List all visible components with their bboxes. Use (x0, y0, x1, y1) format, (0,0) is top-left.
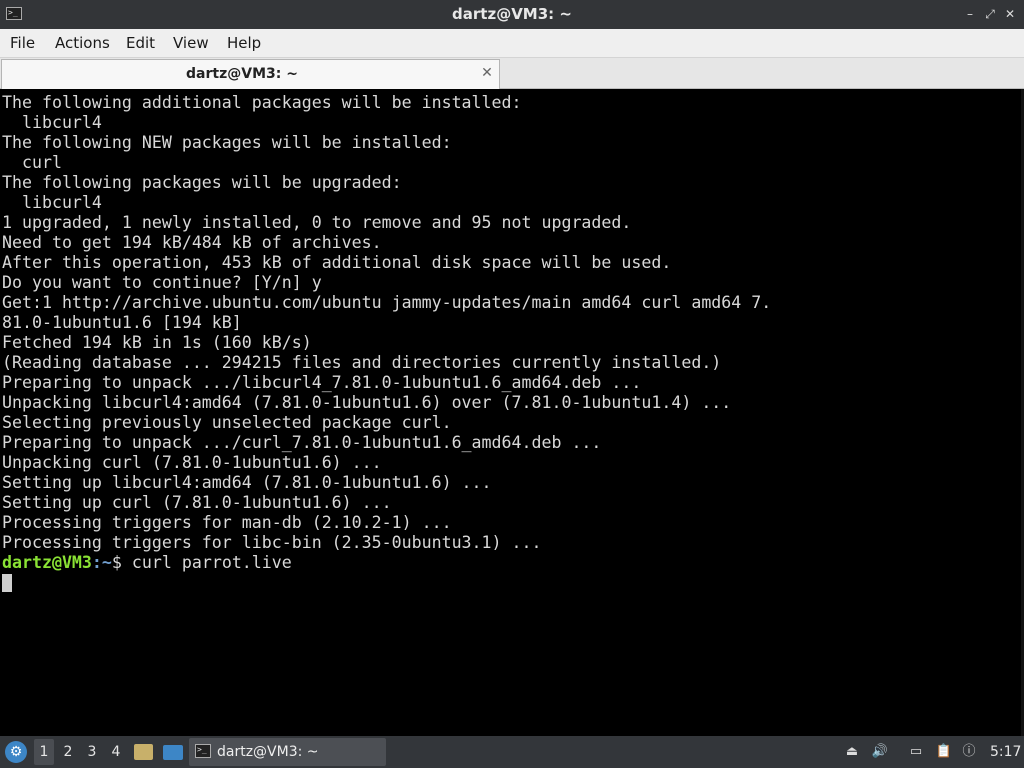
volume-icon[interactable]: 🔊 (871, 743, 889, 761)
window-title: dartz@VM3: ~ (452, 5, 572, 23)
terminal-line: After this operation, 453 kB of addition… (2, 253, 672, 272)
terminal-line: Processing triggers for libc-bin (2.35-0… (2, 533, 542, 552)
terminal-line: 1 upgraded, 1 newly installed, 0 to remo… (2, 213, 632, 232)
tab-label: dartz@VM3: ~ (186, 66, 298, 82)
workspace-4[interactable]: 4 (106, 736, 126, 768)
terminal-line: The following NEW packages will be insta… (2, 133, 452, 152)
prompt-separator: : (91, 553, 102, 572)
terminal-line: libcurl4 (2, 193, 102, 212)
workspace-2[interactable]: 2 (58, 736, 78, 768)
file-manager-icon[interactable] (134, 744, 153, 760)
taskbar: ⚙ 1 2 3 4 >_ dartz@VM3: ~ ⏏ 🔊 ▭ 📋 ⓘ 5:17 (0, 736, 1024, 768)
terminal-line: Setting up curl (7.81.0-1ubuntu1.6) ... (2, 493, 392, 512)
terminal-line: The following additional packages will b… (2, 93, 522, 112)
menu-file[interactable]: File (10, 29, 35, 57)
task-label: dartz@VM3: ~ (217, 744, 319, 760)
terminal-line: Preparing to unpack .../libcurl4_7.81.0-… (2, 373, 642, 392)
terminal-line: Get:1 http://archive.ubuntu.com/ubuntu j… (2, 293, 772, 312)
clock[interactable]: 5:17 (990, 736, 1021, 768)
terminal-line: Fetched 194 kB in 1s (160 kB/s) (2, 333, 312, 352)
terminal-line: (Reading database ... 294215 files and d… (2, 353, 722, 372)
network-icon[interactable]: ▭ (907, 743, 925, 761)
update-notifier-icon[interactable]: ⓘ (960, 743, 978, 761)
terminal-line: Need to get 194 kB/484 kB of archives. (2, 233, 382, 252)
menu-view[interactable]: View (173, 29, 209, 57)
menu-help[interactable]: Help (227, 29, 261, 57)
terminal-line: Preparing to unpack .../curl_7.81.0-1ubu… (2, 433, 602, 452)
tab-terminal[interactable]: dartz@VM3: ~ ✕ (1, 59, 500, 89)
terminal-output: The following additional packages will b… (2, 93, 1012, 593)
prompt-path: ~ (101, 553, 112, 572)
prompt-symbol: $ (111, 553, 122, 572)
prompt-command: curl parrot.live (121, 553, 292, 572)
workspace-3[interactable]: 3 (82, 736, 102, 768)
terminal-line: curl (2, 153, 62, 172)
terminal-line: Selecting previously unselected package … (2, 413, 452, 432)
task-button-terminal[interactable]: >_ dartz@VM3: ~ (189, 738, 386, 766)
upload-icon[interactable]: ⏏ (843, 743, 861, 761)
terminal-input-line (2, 573, 1012, 593)
terminal-line: The following packages will be upgraded: (2, 173, 402, 192)
show-desktop-icon[interactable] (163, 745, 183, 760)
close-button[interactable]: ✕ (1002, 6, 1018, 22)
clipboard-icon[interactable]: 📋 (935, 743, 953, 761)
workspace-1[interactable]: 1 (34, 739, 54, 765)
terminal-cursor (2, 574, 12, 592)
maximize-button[interactable]: ⤢ (982, 6, 998, 22)
terminal-prompt-line: dartz@VM3:~$ curl parrot.live (2, 553, 1012, 573)
menu-edit[interactable]: Edit (126, 29, 155, 57)
terminal-line: Unpacking curl (7.81.0-1ubuntu1.6) ... (2, 453, 382, 472)
tab-close-icon[interactable]: ✕ (479, 65, 495, 81)
terminal-line: Do you want to continue? [Y/n] y (2, 273, 322, 292)
terminal-line: libcurl4 (2, 113, 102, 132)
menu-actions[interactable]: Actions (55, 29, 110, 57)
menu-bar: File Actions Edit View Help (0, 29, 1024, 58)
window-title-bar[interactable]: >_ dartz@VM3: ~ – ⤢ ✕ (0, 0, 1024, 29)
terminal-line: Processing triggers for man-db (2.10.2-1… (2, 513, 452, 532)
terminal-view[interactable]: The following additional packages will b… (0, 89, 1024, 736)
tab-bar: dartz@VM3: ~ ✕ (0, 58, 1024, 89)
prompt-user-host: dartz@VM3 (2, 553, 92, 572)
start-menu-icon[interactable]: ⚙ (5, 741, 27, 763)
terminal-line: 81.0-1ubuntu1.6 [194 kB] (2, 313, 242, 332)
terminal-icon: >_ (195, 744, 211, 758)
minimize-button[interactable]: – (962, 6, 978, 22)
terminal-line: Unpacking libcurl4:amd64 (7.81.0-1ubuntu… (2, 393, 732, 412)
terminal-line: Setting up libcurl4:amd64 (7.81.0-1ubunt… (2, 473, 492, 492)
